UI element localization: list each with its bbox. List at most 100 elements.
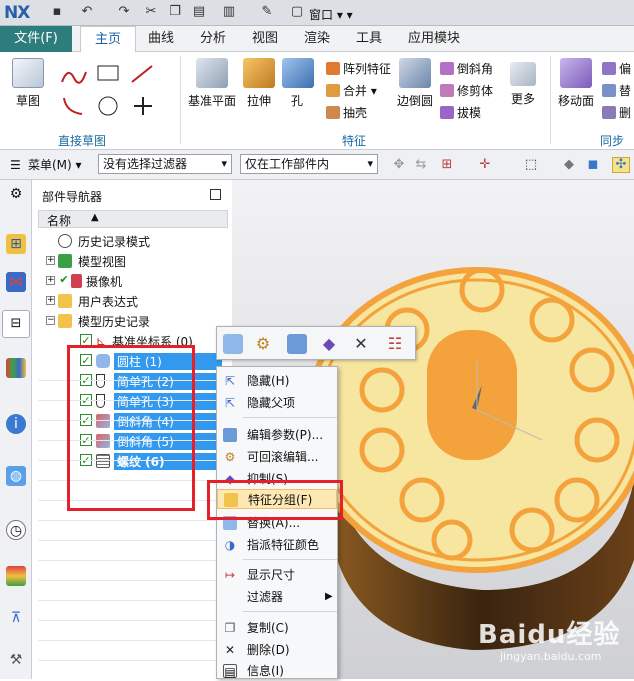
edit-parameters-icon[interactable]: ⚙: [253, 334, 273, 354]
menu-item-edit-parameters[interactable]: 编辑参数(P)...: [217, 425, 337, 445]
copy-icon[interactable]: ❐: [168, 5, 182, 19]
menu-item-show-dimensions[interactable]: ↦ 显示尺寸: [217, 565, 337, 585]
move-face-button[interactable]: 移动面: [556, 58, 596, 109]
info-icon[interactable]: i: [6, 414, 26, 434]
collapse-icon[interactable]: −: [46, 316, 55, 325]
paste-icon[interactable]: ▤: [192, 5, 206, 19]
highlight-box-selected-features: [67, 345, 195, 511]
hole-button[interactable]: 孔: [282, 58, 314, 109]
expand-icon[interactable]: +: [46, 276, 55, 285]
folder-icon: [58, 294, 72, 308]
navigator-header[interactable]: 名称 ▲: [38, 210, 228, 228]
make-current-feature-icon[interactable]: [287, 334, 307, 354]
menu-item-copy[interactable]: ❐ 复制(C): [217, 618, 337, 638]
hide-parents-icon: ⇱: [224, 396, 236, 410]
tree-row-user-expressions[interactable]: + 用户表达式: [38, 291, 228, 311]
select-all-icon[interactable]: ✣: [612, 157, 630, 173]
reorder-icon[interactable]: ☷: [385, 334, 405, 354]
menu-item-assign-feature-color[interactable]: ◑ 指派特征颜色: [217, 535, 337, 555]
window-menu-label: 窗口: [309, 8, 334, 22]
chamfer-button[interactable]: 倒斜角: [440, 60, 493, 77]
menu-item-hide-parents[interactable]: ⇱ 隐藏父项: [217, 393, 337, 413]
selection-scope-dropdown[interactable]: 仅在工作部件内: [240, 154, 378, 174]
expand-icon[interactable]: +: [46, 256, 55, 265]
assembly-navigator-icon[interactable]: ⊞: [6, 234, 26, 254]
process-studio-icon[interactable]: [6, 566, 26, 586]
delete-icon[interactable]: ✕: [351, 334, 371, 354]
tab-application[interactable]: 应用模块: [408, 26, 460, 52]
constraint-navigator-icon[interactable]: ⋈: [6, 272, 26, 292]
web-browser-icon[interactable]: ◍: [6, 466, 26, 486]
tab-file[interactable]: 文件(F): [0, 26, 72, 52]
window-menu[interactable]: 窗口 ▾ ▾: [309, 6, 353, 23]
menu-item-delete[interactable]: ✕ 删除(D): [217, 640, 337, 660]
system-scenes-icon[interactable]: ⚒: [6, 650, 26, 670]
delete-face-button[interactable]: 删: [602, 104, 631, 121]
delete-icon: ✕: [224, 643, 236, 657]
menu-button[interactable]: 菜单(M) ▾: [28, 156, 82, 173]
tree-row-model-history[interactable]: − 模型历史记录: [38, 311, 228, 331]
undo-icon[interactable]: ↶: [80, 5, 94, 19]
replace-face-button[interactable]: 替: [602, 82, 631, 99]
settings-icon[interactable]: ⚙: [6, 184, 26, 204]
navigator-maximize-button[interactable]: [210, 189, 221, 200]
solid-body-icon[interactable]: ◼: [586, 158, 600, 172]
offset-region-button[interactable]: 偏: [602, 60, 631, 77]
row-divider: [38, 620, 232, 621]
shell-button[interactable]: 抽壳: [326, 104, 367, 121]
group-direct-sketch: 直接草图: [58, 134, 107, 148]
roles-icon[interactable]: ⊼: [6, 608, 26, 628]
tab-render[interactable]: 渲染: [304, 26, 330, 52]
datum-plane-button[interactable]: 基准平面: [186, 58, 238, 109]
tab-home[interactable]: 主页: [80, 26, 136, 52]
pattern-feature-button[interactable]: 阵列特征: [326, 60, 391, 77]
tree-row-cameras[interactable]: + ✔ 摄像机: [38, 271, 228, 291]
tab-curve[interactable]: 曲线: [148, 26, 174, 52]
selection-filter-dropdown[interactable]: 没有选择过滤器: [98, 154, 232, 174]
redo-icon[interactable]: ↷: [117, 5, 131, 19]
reuse-library-icon[interactable]: [6, 358, 26, 378]
expand-icon[interactable]: +: [46, 296, 55, 305]
extrude-button[interactable]: 拉伸: [242, 58, 276, 109]
tree-row-model-views[interactable]: + 模型视图: [38, 251, 228, 271]
tab-analysis[interactable]: 分析: [200, 26, 226, 52]
replace-face-label: 替: [619, 84, 632, 98]
select-feature-icon[interactable]: ⊞: [440, 158, 454, 172]
draft-icon: [440, 106, 454, 119]
menu-label: 菜单(M): [28, 158, 72, 172]
menu-item-information[interactable]: ▤ 信息(I): [217, 661, 337, 681]
suppress-icon[interactable]: ◆: [319, 334, 339, 354]
group-feature: 特征: [342, 134, 367, 148]
menu-item-hide[interactable]: ⇱ 隐藏(H): [217, 371, 337, 391]
box-select-icon[interactable]: ⬚: [524, 158, 538, 172]
menu-item-rollback-edit[interactable]: ⚙ 可回滚编辑...: [217, 447, 337, 467]
shaded-body-icon[interactable]: ◆: [562, 158, 576, 172]
edit-parameters-icon: [223, 428, 237, 442]
save-icon[interactable]: ▪: [50, 5, 64, 19]
point-snap-icon[interactable]: ✛: [478, 158, 492, 172]
sketch-button[interactable]: 草图: [8, 58, 48, 109]
edge-blend-button[interactable]: 边倒圆: [396, 58, 434, 109]
part-navigator-icon[interactable]: ⊟: [2, 310, 30, 338]
window-icon[interactable]: ▢: [290, 5, 304, 19]
sketch-curve-tools[interactable]: [56, 60, 166, 120]
trim-body-button[interactable]: 修剪体: [440, 82, 493, 99]
menu-item-filter[interactable]: 过滤器 ▶: [217, 587, 337, 607]
repeat-command-icon[interactable]: ▥: [222, 5, 236, 19]
row-divider: [38, 660, 232, 661]
menu-item-label: 隐藏父项: [247, 396, 296, 410]
hole-icon: [282, 58, 314, 88]
draft-button[interactable]: 拔模: [440, 104, 481, 121]
history-icon[interactable]: ◷: [6, 520, 26, 540]
unite-button[interactable]: 合并 ▾: [326, 82, 377, 99]
tree-row-label: 历史记录模式: [78, 235, 151, 249]
snap-icon[interactable]: ✥: [392, 158, 406, 172]
tree-row-history-mode[interactable]: 历史记录模式: [38, 231, 228, 251]
tab-tools[interactable]: 工具: [356, 26, 382, 52]
general-select-icon[interactable]: ⇆: [414, 158, 428, 172]
edit-with-rollback-icon[interactable]: [223, 334, 243, 354]
touch-mode-icon[interactable]: ✎: [260, 5, 274, 19]
tab-view[interactable]: 视图: [252, 26, 278, 52]
more-button[interactable]: 更多: [506, 62, 540, 107]
cut-icon[interactable]: ✂: [144, 5, 158, 19]
